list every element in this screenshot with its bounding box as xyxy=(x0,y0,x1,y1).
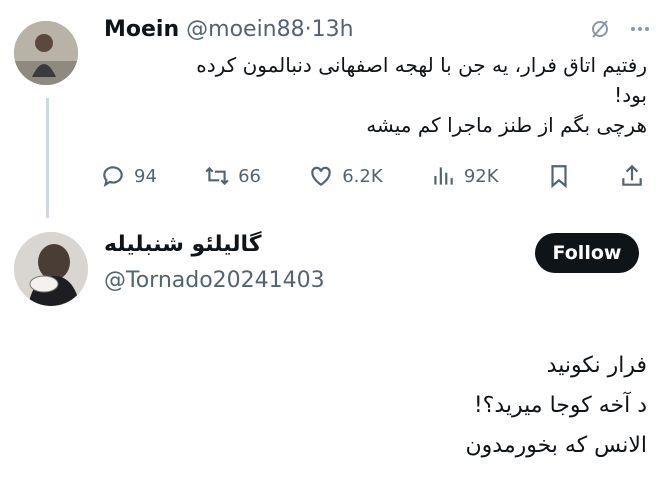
views-icon xyxy=(434,167,453,185)
more-icon[interactable] xyxy=(629,18,651,45)
reply-button[interactable]: 94 xyxy=(100,163,157,189)
timestamp[interactable]: 13h xyxy=(312,17,354,42)
bookmark-icon xyxy=(551,165,567,189)
like-icon xyxy=(311,166,331,186)
reply-line: فرار نکونید xyxy=(546,353,647,378)
reply-author-name[interactable]: گالیلئو شنبلیله xyxy=(104,232,262,257)
bookmark-button[interactable] xyxy=(546,163,572,189)
reply-line: د آخه کوجا میرید؟! xyxy=(473,393,647,418)
avatar-photo xyxy=(14,232,88,306)
dot-separator: · xyxy=(304,17,312,42)
avatar[interactable] xyxy=(14,21,78,85)
views-count: 92K xyxy=(463,165,499,187)
avatar[interactable] xyxy=(14,232,88,306)
author-name[interactable]: Moein xyxy=(104,17,179,42)
share-button[interactable] xyxy=(619,163,645,189)
tweet-line: بود! xyxy=(614,83,647,107)
follow-button[interactable]: Follow xyxy=(535,233,639,273)
reply-count: 94 xyxy=(134,165,157,187)
thread-connector xyxy=(46,98,49,218)
reply-text: فرار نکونید د آخه کوجا میرید؟! الانس که … xyxy=(247,346,647,466)
like-button[interactable]: 6.2K xyxy=(308,163,383,189)
reply-line: الانس که بخورمدون xyxy=(465,433,647,458)
tweet-top-icons xyxy=(589,18,651,45)
retweet-count: 66 xyxy=(238,165,262,187)
tweet-line: هرچی بگم از طنز ماجرا کم میشه xyxy=(366,113,647,137)
reply-author-handle[interactable]: @Tornado20241403 xyxy=(104,268,325,293)
grok-icon[interactable] xyxy=(589,18,611,45)
retweet-button[interactable]: 66 xyxy=(204,163,261,189)
tweet-text: رفتیم اتاق فرار، یه جن با لهجه اصفهانی د… xyxy=(107,50,647,140)
avatar-photo xyxy=(14,21,78,85)
reply-icon xyxy=(103,166,123,188)
tweet-actions: 94 66 6.2K 92K xyxy=(100,160,645,192)
share-icon xyxy=(622,164,642,186)
tweet-header: Moein @moein88·13h xyxy=(104,17,354,42)
like-count: 6.2K xyxy=(342,165,383,187)
tweet-line: رفتیم اتاق فرار، یه جن با لهجه اصفهانی د… xyxy=(196,53,647,77)
author-handle[interactable]: @moein88 xyxy=(186,17,304,42)
views-button[interactable]: 92K xyxy=(430,163,499,189)
retweet-icon xyxy=(205,166,229,186)
